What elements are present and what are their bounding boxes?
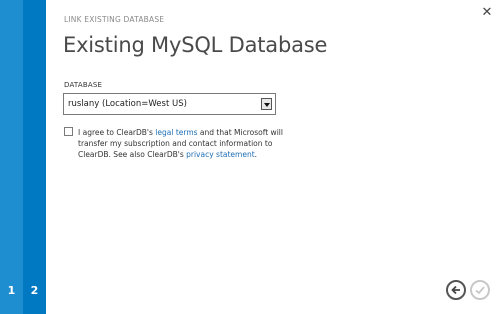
wizard-current-step-rail xyxy=(23,0,46,314)
wizard-step-2[interactable]: 2 xyxy=(23,284,46,297)
back-button[interactable] xyxy=(446,280,466,300)
privacy-statement-link[interactable]: privacy statement xyxy=(186,150,255,159)
agreement-text: I agree to ClearDB's legal terms and tha… xyxy=(78,128,283,159)
checkmark-icon xyxy=(475,286,485,295)
chevron-down-icon[interactable] xyxy=(261,98,272,110)
dialog-supertitle: LINK EXISTING DATABASE xyxy=(64,15,165,24)
agree-terms-checkbox[interactable] xyxy=(64,127,73,136)
database-label: DATABASE xyxy=(64,81,103,89)
close-icon[interactable]: ✕ xyxy=(479,5,495,21)
page-title: Existing MySQL Database xyxy=(63,33,328,57)
database-selected-value: ruslany (Location=West US) xyxy=(68,99,187,109)
wizard-step-1[interactable]: 1 xyxy=(0,284,23,297)
legal-terms-link[interactable]: legal terms xyxy=(155,128,197,137)
complete-button[interactable] xyxy=(470,280,490,300)
wizard-step-rail xyxy=(0,0,23,314)
database-select[interactable]: ruslany (Location=West US) xyxy=(63,93,276,115)
back-arrow-icon xyxy=(451,285,460,295)
